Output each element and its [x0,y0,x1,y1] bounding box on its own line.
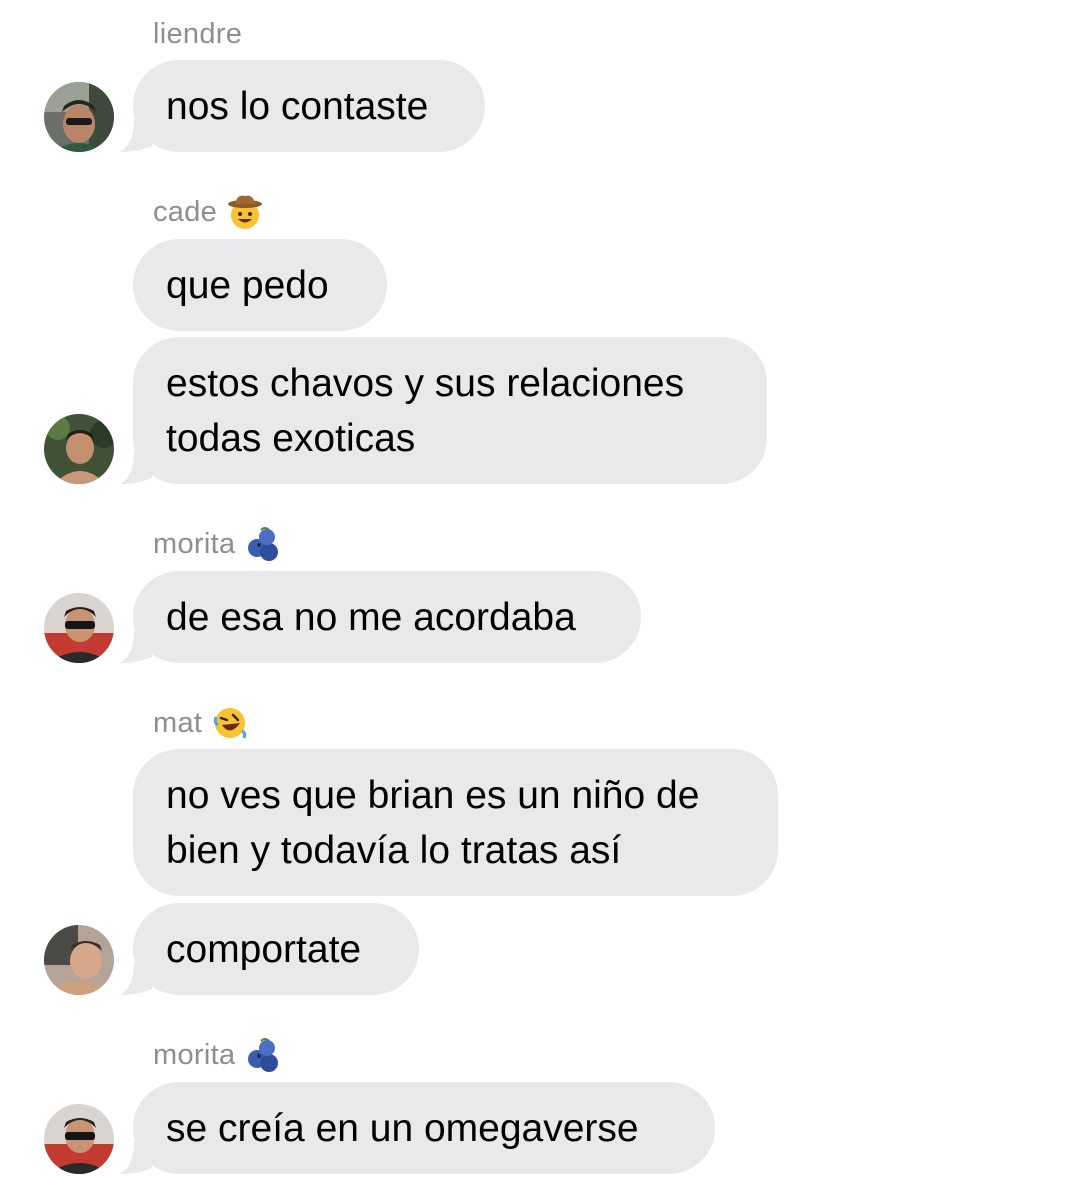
message-bubble[interactable]: estos chavos y sus relaciones todas exot… [133,337,767,484]
avatar-photo [44,1104,114,1174]
bubble-tail [120,963,152,995]
sender-name: cade [153,192,263,232]
bubble-tail [120,1142,152,1174]
avatar-photo [44,593,114,663]
avatar[interactable] [44,414,114,484]
message-bubble[interactable]: que pedo [133,239,387,331]
bubble-tail [120,631,152,663]
sender-name: liendre [153,17,243,50]
bubble-tail [120,452,152,484]
rolling-on-floor-laughing-icon [212,705,248,741]
sender-name: mat [153,703,248,743]
sender-name: morita [153,1035,281,1075]
avatar[interactable] [44,593,114,663]
sender-name: morita [153,524,281,564]
avatar-photo [44,414,114,484]
avatar[interactable] [44,82,114,152]
avatar-photo [44,925,114,995]
message-bubble[interactable]: nos lo contaste [133,60,485,152]
message-bubble[interactable]: de esa no me acordaba [133,571,641,663]
blueberries-icon [245,526,281,562]
avatar-photo [44,82,114,152]
avatar[interactable] [44,1104,114,1174]
cowboy-hat-face-icon [227,194,263,230]
bubble-tail [120,120,152,152]
message-bubble[interactable]: no ves que brian es un niño de bien y to… [133,749,778,896]
blueberries-icon [245,1037,281,1073]
avatar[interactable] [44,925,114,995]
message-bubble[interactable]: se creía en un omegaverse [133,1082,715,1174]
message-bubble[interactable]: comportate [133,903,419,995]
